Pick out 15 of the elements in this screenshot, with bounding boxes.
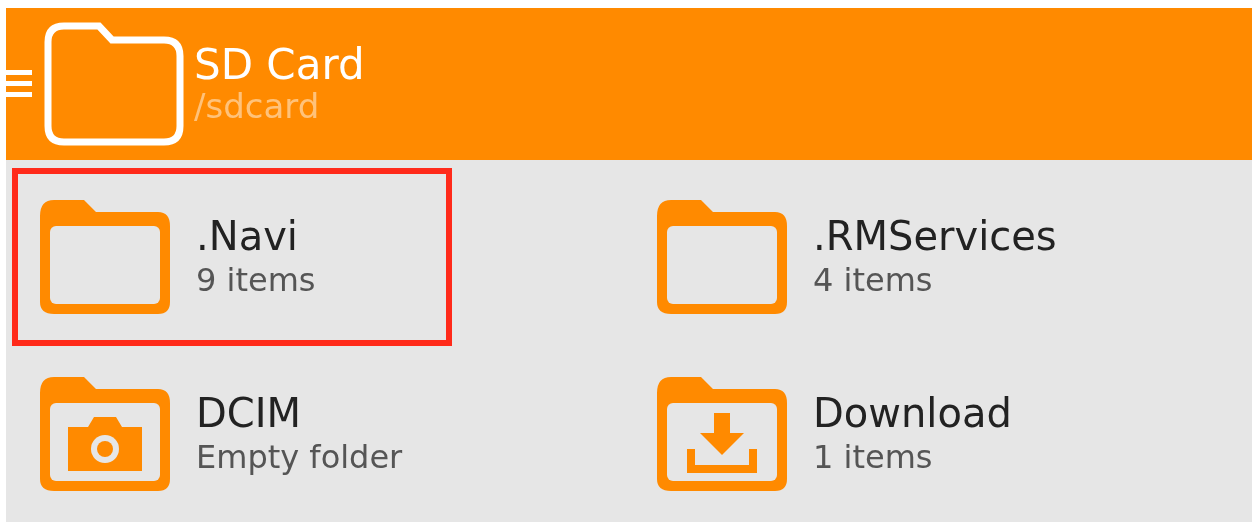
folder-name: Download bbox=[813, 389, 1012, 438]
folder-icon bbox=[44, 22, 184, 146]
folder-item[interactable]: .Navi 9 items bbox=[12, 168, 452, 346]
folder-name: DCIM bbox=[196, 389, 303, 438]
item-count: Empty folder bbox=[196, 437, 403, 479]
folder-title: SD Card bbox=[194, 42, 365, 89]
item-count: 1 items bbox=[813, 437, 934, 479]
folder-item[interactable]: .RMServices 4 items bbox=[629, 168, 1069, 346]
folder-path: /sdcard bbox=[194, 88, 321, 126]
item-count: 9 items bbox=[196, 260, 316, 302]
folder-item[interactable]: Download 1 items bbox=[629, 346, 1069, 522]
folder-item[interactable]: DCIM Empty folder bbox=[12, 346, 452, 522]
item-count: 4 items bbox=[813, 260, 934, 302]
folder-name: .RMServices bbox=[813, 212, 1057, 261]
folder-name: .Navi bbox=[196, 212, 299, 261]
